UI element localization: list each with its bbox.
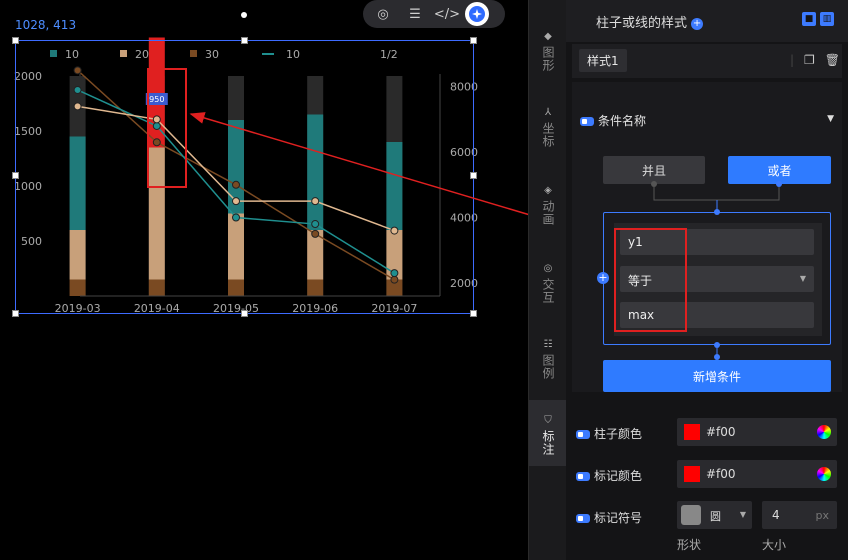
marker-symbol-toggle[interactable]: [576, 514, 590, 523]
resize-handle-t[interactable]: [241, 37, 248, 44]
tab-interaction[interactable]: ◎ 交互: [529, 262, 567, 304]
trash-icon[interactable]: 🗑: [825, 53, 840, 67]
tab-shapes[interactable]: ◆ 图形: [529, 30, 567, 72]
add-rule-icon[interactable]: +: [597, 272, 609, 284]
marker-size-input[interactable]: 4 px: [762, 501, 837, 529]
selection-box[interactable]: [15, 40, 474, 314]
shapes-icon: ◆: [544, 31, 552, 42]
marker-color-label: 标记颜色: [594, 469, 643, 483]
style-tabs-row: 样式1 | ❐ 🗑: [572, 44, 842, 78]
resize-handle-br[interactable]: [470, 310, 477, 317]
caret-down-icon: ▼: [739, 510, 746, 519]
tab-annotation[interactable]: ⛉ 标注: [529, 400, 567, 466]
axis-icon: ⅄: [544, 107, 552, 118]
tab-animation[interactable]: ◈ 动画: [529, 184, 567, 226]
layout-icon[interactable]: ▥: [820, 12, 834, 26]
resize-handle-b[interactable]: [241, 310, 248, 317]
resize-handle-tl[interactable]: [12, 37, 19, 44]
add-condition-button[interactable]: 新增条件: [603, 360, 831, 392]
color-picker-icon[interactable]: [817, 467, 831, 481]
bar-color-field[interactable]: #f00: [677, 418, 837, 446]
style-tab-1[interactable]: 样式1: [579, 49, 627, 72]
legend-icon: ☷: [543, 339, 553, 350]
marker-color-field[interactable]: #f00: [677, 460, 837, 488]
resize-handle-r[interactable]: [470, 172, 477, 179]
tab-axis[interactable]: ⅄ 坐标: [529, 106, 567, 148]
annotation-highlight-box: [147, 68, 187, 188]
copy-icon[interactable]: ❐: [804, 53, 815, 67]
marker-color-toggle[interactable]: [576, 472, 590, 481]
tab-legend[interactable]: ☷ 图例: [529, 338, 567, 380]
bar-color-toggle[interactable]: [576, 430, 590, 439]
panel-header: 柱子或线的样式 + ■ ▥: [566, 0, 848, 42]
interaction-icon: ◎: [543, 263, 553, 274]
bar-color-swatch: [684, 424, 700, 440]
add-style-icon[interactable]: +: [691, 17, 704, 30]
condition-panel: 条件名称 ▼ 并且 或者 y1 等于 ▼ max + 新增条件: [572, 82, 842, 392]
size-label: 大小: [762, 538, 787, 552]
caret-down-icon: ▼: [799, 274, 806, 283]
resize-handle-l[interactable]: [12, 172, 19, 179]
marker-color-swatch: [684, 466, 700, 482]
resize-handle-tr[interactable]: [470, 37, 477, 44]
panel-title: 柱子或线的样式: [596, 16, 688, 31]
chart-canvas[interactable]: 1028, 413 ◎ ☰ </> 10 20 30 10 1/2 500 1000 150…: [0, 0, 528, 560]
animation-icon: ◈: [544, 185, 552, 196]
annotation-icon: ⛉: [544, 415, 552, 426]
save-icon[interactable]: ■: [802, 12, 816, 26]
resize-handle-bl[interactable]: [12, 310, 19, 317]
marker-shape-select[interactable]: 圆 ▼: [677, 501, 752, 529]
circle-shape-icon: [681, 505, 701, 525]
color-picker-icon[interactable]: [817, 425, 831, 439]
side-tab-bar: ◆ 图形 ⅄ 坐标 ◈ 动画 ◎ 交互 ☷ 图例 ⛉ 标注: [528, 0, 567, 560]
shape-label: 形状: [677, 538, 702, 552]
bar-color-label: 柱子颜色: [594, 427, 643, 441]
rule-highlight-box: [614, 228, 687, 332]
marker-symbol-label: 标记符号: [594, 511, 643, 525]
